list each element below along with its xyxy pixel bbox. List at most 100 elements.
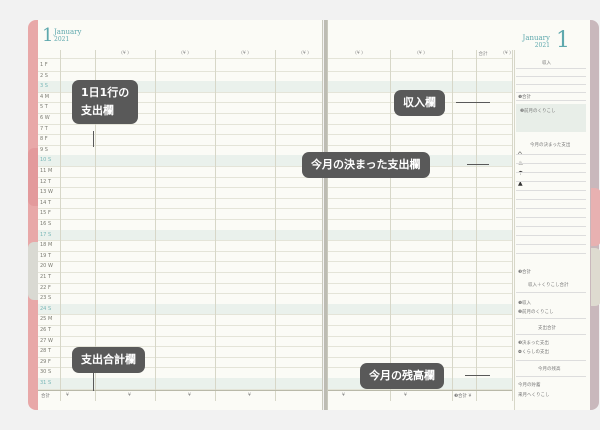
day-label: 29 F: [40, 358, 51, 365]
total-line: [328, 389, 512, 391]
panel-line: [516, 376, 586, 377]
panel-line: [516, 172, 586, 173]
day-label: 14 T: [40, 199, 52, 206]
day-label: 24 S: [40, 305, 52, 312]
day-label: 20 W: [40, 263, 53, 270]
day-label: 22 F: [40, 284, 51, 291]
row-line: [328, 70, 512, 72]
row-line: [38, 70, 322, 72]
left-index-tab: [28, 148, 38, 206]
month-name: January: [54, 28, 82, 36]
month-number: 1: [42, 25, 54, 46]
callout-income: 収入欄: [394, 90, 445, 116]
row-line: [38, 261, 322, 263]
total-yen: ¥: [248, 392, 251, 398]
day-column-divider: [60, 50, 61, 401]
day-label: 26 T: [40, 327, 52, 333]
row-line: [38, 144, 322, 146]
income-title: 収入: [542, 61, 551, 66]
row-line: [38, 325, 322, 326]
callout-balance: 今月の残高欄: [360, 363, 444, 389]
total-yen: ¥: [66, 392, 69, 398]
panel-line: [516, 226, 586, 227]
column-header: (¥ ): [301, 51, 309, 56]
panel-line: [516, 199, 586, 200]
next-month-carry: 来月へくりこし: [518, 393, 550, 398]
row-line: [328, 208, 512, 210]
column-header: (¥ ): [181, 51, 189, 56]
total-label: 合計: [41, 393, 50, 399]
income-item: ❶収入: [518, 301, 532, 306]
callout-text-line1: 1日1行の: [81, 86, 130, 99]
column-divider: [390, 50, 391, 401]
carry-total: ❸合計: [518, 270, 532, 275]
row-line: [38, 134, 322, 136]
panel-divider: [514, 50, 515, 410]
row-line: [328, 197, 512, 199]
day-label: 2 S: [40, 72, 48, 79]
savings-label: ❷前月のくりこし: [520, 109, 556, 114]
right-page: (¥ ) (¥ ) 合計 (¥ ) ¥ ¥ ❸合計 ¥ January 2021 1 収入 ❶…: [327, 20, 590, 410]
row-line: [328, 123, 512, 125]
this-month-savings: 今月の貯蓄: [518, 383, 541, 388]
panel-line: [516, 360, 586, 361]
row-line: [328, 335, 512, 337]
column-divider: [215, 50, 216, 401]
month-name: January: [522, 34, 550, 42]
day-label: 11 M: [40, 168, 53, 174]
row-line: [38, 219, 322, 220]
panel-line: [516, 208, 586, 209]
panel-line: [516, 253, 586, 254]
day-label: 15 F: [40, 210, 51, 217]
weekend-row-shade: [328, 303, 512, 315]
day-label: 1 F: [40, 62, 48, 68]
year: 2021: [54, 36, 70, 43]
day-label: 23 S: [40, 295, 52, 302]
row-line: [38, 293, 322, 295]
column-header: (¥ ): [417, 51, 425, 56]
row-line: [328, 261, 512, 263]
panel-line: [516, 92, 586, 93]
row-line: [38, 282, 322, 284]
column-divider: [512, 50, 513, 401]
row-line: [328, 240, 512, 242]
column-header: (¥ ): [503, 51, 511, 56]
weekend-row-shade: [38, 155, 322, 166]
day-label: 5 T: [40, 104, 48, 111]
day-label: 28 T: [40, 348, 52, 355]
right-index-tab: [591, 188, 600, 246]
day-label: 7 T: [40, 125, 48, 132]
day-label: 17 S: [40, 231, 52, 238]
total-yen: ¥: [404, 392, 407, 398]
expense-total-title: 支出合計: [538, 326, 556, 331]
column-divider: [155, 50, 156, 401]
column-header: (¥ ): [121, 51, 129, 56]
callout-daily-row: 1日1行の 支出欄: [72, 80, 139, 124]
day-label: 8 F: [40, 136, 48, 143]
row-line: [38, 197, 322, 199]
day-label: 13 W: [40, 189, 53, 196]
left-index-tab: [28, 242, 38, 300]
total-yen: ¥: [188, 392, 191, 398]
row-line: [328, 144, 512, 146]
day-label: 31 S: [40, 380, 52, 386]
row-line: [38, 176, 322, 178]
row-line: [38, 166, 322, 167]
row-line: [328, 314, 512, 316]
day-label: 18 M: [40, 242, 53, 249]
row-line: [38, 208, 322, 210]
panel-line: [516, 84, 586, 85]
balance-title: 今月の残高: [538, 367, 561, 372]
total-yen: ¥: [342, 392, 345, 398]
row-line: [328, 356, 512, 358]
day-label: 3 S: [40, 83, 48, 90]
month-number: 1: [556, 28, 570, 53]
carry-title: 収入＋くりこし合計: [528, 283, 569, 288]
panel-line: [516, 190, 586, 191]
panel-line: [516, 244, 586, 245]
callout-pointer: [456, 102, 490, 103]
column-header: (¥ ): [241, 51, 249, 56]
row-line: [328, 282, 512, 284]
column-divider: [452, 50, 453, 401]
row-line: [328, 187, 512, 189]
